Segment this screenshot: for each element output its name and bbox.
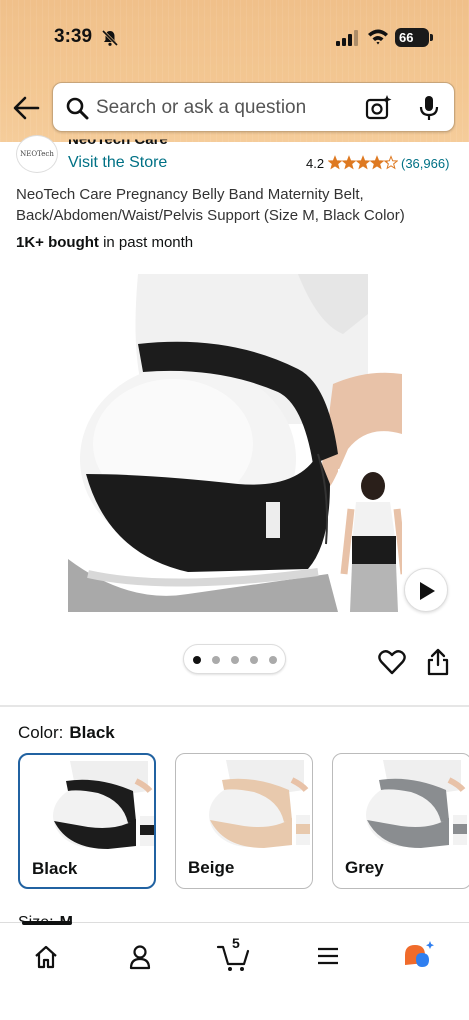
color-label: Color: Black	[18, 723, 115, 743]
star-5	[383, 155, 398, 170]
swatch-label-grey: Grey	[345, 858, 384, 877]
back-arrow-icon[interactable]	[12, 95, 40, 121]
bottom-nav-bar: 5	[0, 921, 469, 1020]
carousel-dot[interactable]	[269, 656, 277, 664]
share-icon[interactable]	[426, 648, 450, 676]
swatch-image-beige	[209, 760, 310, 848]
rating-value: 4.2	[306, 156, 325, 171]
carousel-dot[interactable]	[193, 656, 201, 664]
star-1	[328, 155, 343, 170]
color-swatch-black[interactable]: Black	[18, 753, 156, 889]
swatch-image-grey	[366, 760, 467, 848]
rufus-icon[interactable]	[402, 937, 436, 973]
swatch-image-black	[53, 761, 154, 849]
image-carousel-dots[interactable]	[183, 644, 286, 674]
brand-logo-text: NEOTech	[20, 150, 54, 158]
product-photo	[68, 274, 402, 612]
carousel-dot[interactable]	[212, 656, 220, 664]
status-time: 3:39	[54, 26, 93, 47]
home-icon[interactable]	[34, 937, 58, 973]
top-header: 3:39 66 Search or ask a question	[0, 0, 469, 142]
color-swatch-grey[interactable]: Grey	[332, 753, 469, 889]
nav-active-indicator	[22, 921, 72, 925]
star-3	[355, 155, 371, 170]
section-divider	[0, 705, 469, 707]
swatch-label-black: Black	[32, 859, 78, 878]
wifi-icon	[368, 29, 388, 45]
bell-off-icon	[101, 29, 119, 47]
rating-count-link[interactable]: (36,966)	[401, 156, 449, 171]
color-label-text: Color:	[18, 723, 64, 742]
color-selected-value: Black	[69, 723, 115, 742]
carousel-dot[interactable]	[250, 656, 258, 664]
color-swatch-beige[interactable]: Beige	[175, 753, 313, 889]
bought-period: in past month	[98, 234, 194, 251]
brand-logo[interactable]: NEOTech	[16, 135, 58, 173]
search-bar[interactable]: Search or ask a question	[52, 82, 455, 132]
bought-badge: 1K+ bought in past month	[16, 234, 193, 251]
camera-icon[interactable]	[365, 94, 393, 122]
star-rating[interactable]	[328, 155, 398, 171]
search-input[interactable]: Search or ask a question	[96, 97, 306, 119]
heart-icon[interactable]	[378, 649, 406, 675]
swatch-inset-beige	[296, 824, 310, 834]
search-icon[interactable]	[65, 96, 89, 120]
product-image[interactable]	[68, 274, 402, 612]
swatch-inset-black	[140, 825, 154, 835]
mic-icon[interactable]	[417, 94, 441, 122]
swatch-inset-grey	[453, 824, 467, 834]
swatch-label-beige: Beige	[188, 858, 235, 877]
bought-count: 1K+ bought	[16, 234, 99, 251]
battery-indicator: 66	[395, 28, 433, 47]
account-icon[interactable]	[128, 937, 152, 973]
menu-icon[interactable]	[316, 937, 340, 973]
cart-count: 5	[232, 935, 240, 951]
star-2	[341, 155, 357, 170]
signal-icon	[336, 30, 358, 46]
visit-store-link[interactable]: Visit the Store	[68, 154, 167, 172]
carousel-dot[interactable]	[231, 656, 239, 664]
play-icon	[420, 582, 435, 600]
product-title: NeoTech Care Pregnancy Belly Band Matern…	[16, 186, 405, 224]
play-video-button[interactable]	[404, 568, 448, 612]
star-4	[369, 155, 385, 170]
